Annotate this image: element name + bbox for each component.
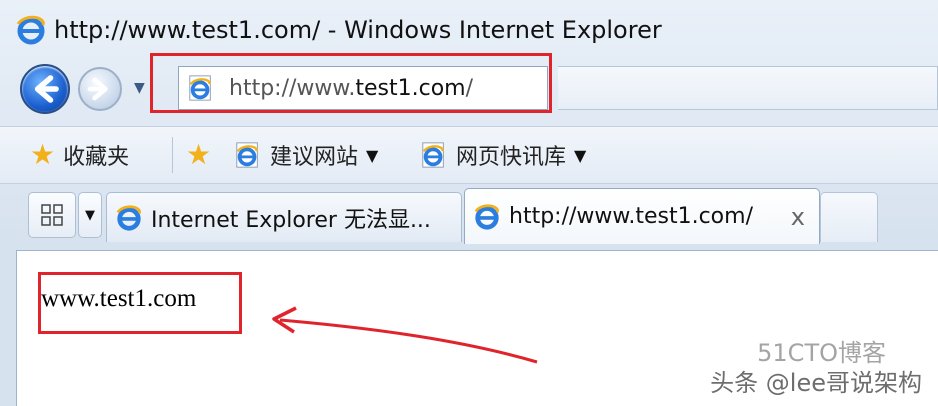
chevron-down-icon: ▼ bbox=[574, 145, 587, 165]
suggested-sites-button[interactable]: 建议网站 ▼ bbox=[234, 139, 378, 171]
forward-button[interactable] bbox=[78, 67, 122, 111]
favorites-bar: ★ 收藏夹 ★ 建议网站 ▼ 网页快讯库 ▼ bbox=[0, 126, 938, 184]
web-slice-gallery-button[interactable]: 网页快讯库 ▼ bbox=[420, 139, 586, 171]
tab-list-button[interactable]: ▼ bbox=[78, 192, 102, 238]
ie-page-icon bbox=[234, 141, 262, 169]
new-tab-button[interactable] bbox=[820, 192, 878, 242]
title-bar: http://www.test1.com/ - Windows Internet… bbox=[16, 10, 662, 50]
ie-page-icon bbox=[420, 141, 448, 169]
tab-test1-active[interactable]: http://www.test1.com/ x bbox=[464, 188, 820, 244]
star-icon: ★ bbox=[30, 138, 56, 171]
favorites-separator bbox=[172, 137, 173, 173]
add-favorite-icon: ★ bbox=[186, 138, 212, 171]
ie-logo-icon bbox=[16, 15, 46, 45]
address-bar-extension bbox=[558, 66, 938, 110]
ie-logo-icon bbox=[115, 204, 143, 232]
web-slice-gallery-label: 网页快讯库 bbox=[456, 145, 567, 170]
watermark-overlay: 51CTO博客 bbox=[757, 339, 886, 367]
tab-label: http://www.test1.com/ bbox=[509, 204, 753, 229]
watermark: 51CTO博客 头条 @lee哥说架构 bbox=[710, 339, 922, 398]
quick-tabs-button[interactable] bbox=[28, 192, 76, 238]
chevron-down-icon: ▼ bbox=[85, 207, 95, 223]
ie-logo-icon bbox=[473, 203, 501, 231]
quick-tabs-icon bbox=[41, 204, 63, 226]
tab-ie-cannot-display[interactable]: Internet Explorer 无法显... bbox=[106, 192, 462, 242]
annotation-box-content bbox=[38, 272, 242, 334]
suggested-sites-label: 建议网站 bbox=[270, 145, 359, 170]
close-tab-icon[interactable]: x bbox=[791, 203, 805, 231]
tab-label: Internet Explorer 无法显... bbox=[151, 207, 431, 233]
annotation-box-address bbox=[150, 53, 552, 113]
ie-window: http://www.test1.com/ - Windows Internet… bbox=[0, 0, 938, 406]
recent-pages-dropdown-icon[interactable]: ▼ bbox=[134, 80, 145, 96]
add-favorite-button[interactable]: ★ bbox=[186, 139, 219, 171]
forward-arrow-icon bbox=[87, 77, 108, 101]
favorites-button[interactable]: ★ 收藏夹 bbox=[30, 139, 129, 171]
back-arrow-icon bbox=[34, 75, 59, 103]
annotation-arrow bbox=[272, 306, 538, 364]
back-button[interactable] bbox=[20, 64, 70, 114]
tab-bar: ▼ Internet Explorer 无法显... http://www.te… bbox=[0, 184, 938, 248]
watermark-text: 头条 @lee哥说架构 bbox=[710, 369, 922, 397]
favorites-label: 收藏夹 bbox=[63, 145, 130, 170]
chevron-down-icon: ▼ bbox=[366, 145, 379, 165]
window-title: http://www.test1.com/ - Windows Internet… bbox=[54, 16, 662, 44]
